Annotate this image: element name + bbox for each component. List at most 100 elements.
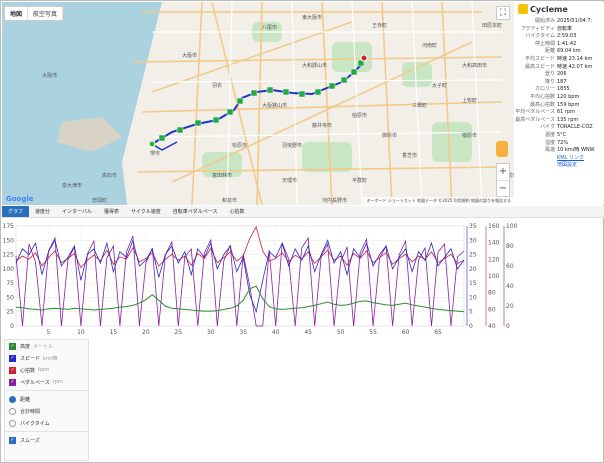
series-toggle-heart[interactable]: ✓ 心拍数 bpm (5, 364, 88, 376)
x-axis-option[interactable]: 距離 (5, 393, 88, 405)
radio-button[interactable] (9, 395, 16, 403)
x-tick-label: 10 (77, 329, 85, 336)
route-end-marker[interactable] (360, 54, 368, 62)
route-km-marker[interactable] (226, 108, 234, 116)
stats-label: 温度 (544, 131, 555, 138)
stats-row: バイクタイム 2:59:03 (514, 33, 604, 41)
stats-row: 平均心拍数 120 bpm (514, 94, 604, 102)
stats-row: 最高スピード 時速 42.07 km (514, 64, 604, 72)
map-roads-and-route (57, 2, 514, 205)
street-view-pegman-icon[interactable] (496, 141, 508, 157)
stats-value: 206 (557, 71, 567, 78)
y-tick-label-left: 175 (3, 223, 15, 230)
y-tick-label-left: 0 (10, 323, 14, 330)
cyclemeter-logo-icon (518, 4, 528, 14)
x-tick-label: 20 (142, 329, 150, 336)
stats-title-text: Cycleme (530, 4, 568, 14)
stats-row: 最高心拍数 159 bpm (514, 102, 604, 110)
route-km-marker[interactable] (236, 97, 244, 105)
map-park (432, 122, 472, 162)
y-tick-label-right: 40 (506, 283, 514, 290)
chart-tab[interactable]: 心拍数 (224, 206, 251, 217)
route-km-marker[interactable] (212, 116, 220, 124)
checkbox-checked-icon[interactable]: ✓ (9, 354, 16, 362)
x-axis-option[interactable]: バイクタイム (5, 417, 88, 429)
stats-title: Cycleme (518, 4, 568, 14)
map-place-label: 河南町 (422, 43, 438, 49)
radio-button[interactable] (9, 419, 16, 427)
chart-tab[interactable]: インターバル (56, 206, 98, 217)
checkbox-checked-icon[interactable]: ✓ (9, 378, 16, 386)
route-km-marker[interactable] (176, 126, 184, 134)
route-km-marker[interactable] (340, 76, 348, 84)
map-place-label: 和泉市 (222, 198, 238, 204)
route-km-marker[interactable] (158, 134, 166, 142)
map-place-label: 平群町 (352, 178, 368, 184)
map-place-label: 香芝市 (402, 153, 418, 159)
y-tick-label-right: 80 (488, 290, 496, 297)
map-place-label: 富田林市 (212, 173, 233, 179)
y-tick-label-right: 120 (488, 256, 500, 263)
map-place-label: 堺市 (150, 151, 161, 157)
stats-value: 159 bpm (557, 101, 580, 108)
route-map[interactable]: 八尾市 東大阪市 大阪市 堺市 松原市 羽曳野市 藤井寺市 柏原市 河南町 太子町 大和高田市 香芝市… (2, 2, 514, 205)
zoom-control: + − (496, 163, 510, 197)
y-tick-label-right: 15 (469, 280, 477, 287)
x-tick-label: 65 (434, 329, 442, 336)
route-km-marker[interactable] (266, 86, 274, 94)
route-km-marker[interactable] (282, 88, 290, 96)
chart-tab[interactable]: 獲得表 (98, 206, 125, 217)
stats-value: 1:41:42 (557, 40, 577, 47)
chart-tab[interactable]: サイクル速度 (125, 206, 167, 217)
stats-row: 風速 10 km/時 WNW (514, 147, 604, 155)
route-start-marker[interactable] (148, 140, 156, 148)
zoom-in-button[interactable]: + (497, 164, 509, 180)
stats-label: 距離 (544, 48, 555, 55)
series-toggle-elevation[interactable]: ✓ 高度 メートル (5, 340, 88, 352)
y-tick-label-right: 160 (488, 223, 500, 230)
stats-row: 最高ペダルペース 135 rpm (514, 117, 604, 125)
x-tick-label: 35 (239, 329, 247, 336)
stats-label: 平均心拍数 (529, 93, 555, 100)
map-place-label: 大和高田市 (462, 63, 488, 69)
route-km-marker[interactable] (250, 89, 258, 97)
map-place-label: 上牧町 (462, 98, 478, 104)
activity-chart[interactable]: 0 25 50 75 100 125 150 175 5 10 15 20 25 30 35 40 45 50 55… (2, 220, 604, 338)
stats-row: 開始済み 2025/01/04 7: (514, 18, 604, 26)
route-km-marker[interactable] (194, 119, 202, 127)
y-tick-label-right: 100 (488, 273, 500, 280)
checkbox-checked-icon[interactable]: ✓ (9, 366, 16, 374)
route-km-marker[interactable] (350, 68, 358, 76)
stats-row: 平均ペダルペース 61 rpm (514, 109, 604, 117)
stats-value: 2025/01/04 7: (557, 18, 593, 24)
x-tick-label: 30 (207, 329, 215, 336)
stats-label: 最高心拍数 (529, 101, 555, 108)
radio-button[interactable] (9, 407, 16, 415)
y-tick-label-left: 50 (6, 294, 14, 301)
checkbox-checked-icon[interactable]: ✓ (9, 342, 16, 350)
series-unit: rpm (52, 379, 63, 385)
zoom-out-button[interactable]: − (497, 180, 509, 196)
map-tab-map[interactable]: 地図 (5, 7, 29, 20)
chart-tab[interactable]: グラフ (2, 206, 30, 217)
chart-tab[interactable]: 自転車ペダルペース (167, 206, 224, 217)
map-settings-link[interactable]: 地図設定 (557, 162, 577, 170)
checkbox-checked-icon[interactable]: ✓ (9, 436, 16, 444)
series-toggle-cadence[interactable]: ✓ ペダルペース rpm (5, 376, 88, 388)
chart-tab[interactable]: 速度分 (29, 206, 56, 217)
y-tick-label-left: 150 (3, 237, 15, 244)
smooth-toggle[interactable]: ✓ スムーズ (5, 434, 88, 446)
route-km-marker[interactable] (328, 82, 336, 90)
route-km-marker[interactable] (314, 88, 322, 96)
fullscreen-icon[interactable]: ⛶ (496, 6, 510, 20)
stats-label: 平均スピード (524, 55, 555, 62)
y-tick-label-left: 125 (3, 252, 15, 259)
series-toggle-speed[interactable]: ✓ スピード km/時 (5, 352, 88, 364)
map-port-area (57, 117, 122, 152)
map-tab-satellite[interactable]: 航空写真 (28, 7, 64, 20)
map-attribution[interactable]: キーボード ショートカット 地図データ ©2025 利用規約 地図の誤りを報告す… (363, 197, 514, 205)
map-place-label: 忠岡町 (92, 198, 108, 204)
route-km-marker[interactable] (298, 90, 306, 98)
x-axis-option[interactable]: 合計時間 (5, 405, 88, 417)
stats-label: 湿度 (544, 139, 555, 146)
